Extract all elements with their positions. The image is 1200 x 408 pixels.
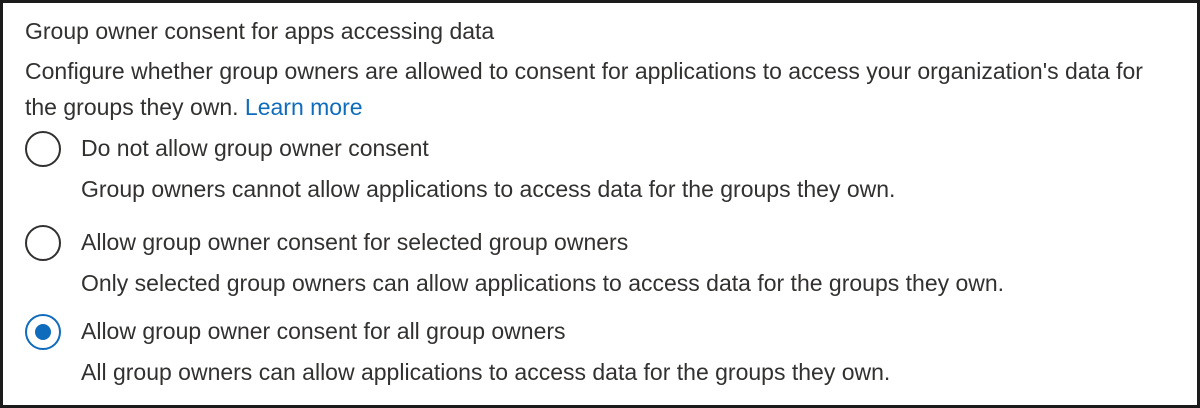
description-text: Configure whether group owners are allow… [25,58,1143,120]
radio-button-checked[interactable] [25,314,61,350]
option-label: Allow group owner consent for all group … [81,318,566,344]
option-allow-all-owners[interactable]: Allow group owner consent for all group … [25,312,1185,388]
radio-button-unchecked[interactable] [25,225,61,261]
option-label: Do not allow group owner consent [81,135,429,161]
option-description: All group owners can allow applications … [81,359,891,385]
option-description: Group owners cannot allow applications t… [81,176,896,202]
option-allow-selected-owners[interactable]: Allow group owner consent for selected g… [25,223,1185,299]
radio-button-unchecked[interactable] [25,131,61,167]
option-description: Only selected group owners can allow app… [81,270,1005,296]
option-label: Allow group owner consent for selected g… [81,229,629,255]
section-title: Group owner consent for apps accessing d… [25,18,495,44]
radio-selected-dot-icon [35,324,51,340]
consent-settings-panel: Group owner consent for apps accessing d… [0,0,1200,408]
learn-more-link[interactable]: Learn more [245,94,363,120]
option-do-not-allow[interactable]: Do not allow group owner consent Group o… [25,129,1185,205]
section-description: Configure whether group owners are allow… [25,53,1165,125]
